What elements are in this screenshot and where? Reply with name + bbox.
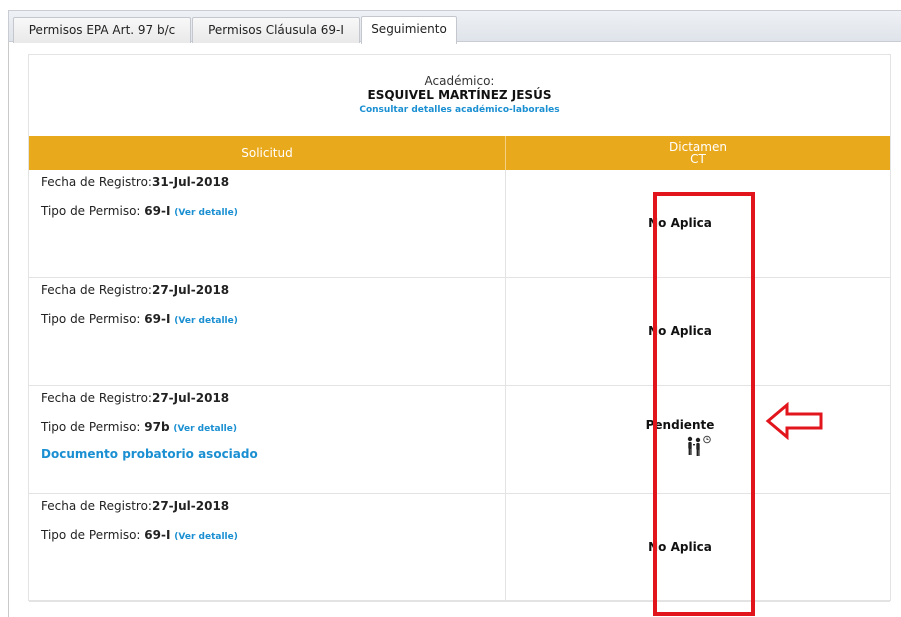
academic-header: Académico: ESQUIVEL MARTÍNEZ JESÚS Consu… (29, 55, 890, 133)
tipo-value: 69-I (144, 528, 171, 542)
tab-seguimiento[interactable]: Seguimiento (361, 16, 457, 44)
table-row: Fecha de Registro:27-Jul-2018 Tipo de Pe… (29, 278, 890, 386)
academic-label: Académico: (424, 74, 495, 88)
tab-bar: Permisos EPA Art. 97 b/c Permisos Cláusu… (8, 10, 901, 44)
fecha-line: Fecha de Registro:27-Jul-2018 (41, 391, 229, 405)
column-header-dictamen: Dictamen CT (506, 136, 890, 170)
fecha-value: 27-Jul-2018 (151, 283, 230, 297)
table-row: Fecha de Registro:27-Jul-2018 Tipo de Pe… (29, 494, 890, 602)
academic-details-link[interactable]: Consultar detalles académico-laborales (29, 105, 890, 115)
fecha-label: Fecha de Registro: (41, 283, 152, 297)
fecha-label: Fecha de Registro: (41, 391, 152, 405)
annotation-arrow-icon (765, 401, 825, 444)
fecha-label: Fecha de Registro: (41, 499, 152, 513)
dictamen-header-line2: CT (690, 152, 706, 166)
table-header: Solicitud Dictamen CT (29, 136, 890, 170)
tipo-line: Tipo de Permiso: 69-I (Ver detalle) (41, 204, 238, 218)
table-row: Fecha de Registro:27-Jul-2018 Tipo de Pe… (29, 386, 890, 494)
fecha-value: 27-Jul-2018 (151, 499, 230, 513)
tipo-label: Tipo de Permiso: (41, 420, 145, 434)
tab-permisos-clausula[interactable]: Permisos Cláusula 69-I (192, 17, 360, 43)
tipo-label: Tipo de Permiso: (41, 312, 145, 326)
ver-detalle-link[interactable]: (Ver detalle) (174, 532, 238, 542)
ver-detalle-link[interactable]: (Ver detalle) (174, 316, 238, 326)
tab-permisos-epa[interactable]: Permisos EPA Art. 97 b/c (13, 17, 191, 43)
tipo-line: Tipo de Permiso: 97b (Ver detalle) (41, 420, 237, 434)
tipo-value: 69-I (144, 204, 171, 218)
fecha-line: Fecha de Registro:31-Jul-2018 (41, 175, 229, 189)
ver-detalle-link[interactable]: (Ver detalle) (174, 208, 238, 218)
fecha-value: 31-Jul-2018 (151, 175, 230, 189)
column-header-solicitud: Solicitud (29, 136, 506, 170)
tipo-value: 97b (144, 420, 170, 434)
fecha-value: 27-Jul-2018 (151, 391, 230, 405)
solicitud-cell: Fecha de Registro:27-Jul-2018 Tipo de Pe… (29, 494, 506, 601)
solicitud-cell: Fecha de Registro:27-Jul-2018 Tipo de Pe… (29, 278, 506, 385)
table-row: Fecha de Registro:31-Jul-2018 Tipo de Pe… (29, 170, 890, 278)
academic-name: ESQUIVEL MARTÍNEZ JESÚS (367, 88, 552, 102)
tipo-value: 69-I (144, 312, 171, 326)
tipo-label: Tipo de Permiso: (41, 528, 145, 542)
solicitud-cell: Fecha de Registro:27-Jul-2018 Tipo de Pe… (29, 386, 506, 493)
fecha-line: Fecha de Registro:27-Jul-2018 (41, 283, 229, 297)
tipo-line: Tipo de Permiso: 69-I (Ver detalle) (41, 528, 238, 542)
documento-probatorio-link[interactable]: Documento probatorio asociado (41, 447, 258, 461)
tipo-line: Tipo de Permiso: 69-I (Ver detalle) (41, 312, 238, 326)
tipo-label: Tipo de Permiso: (41, 204, 145, 218)
fecha-label: Fecha de Registro: (41, 175, 152, 189)
solicitud-cell: Fecha de Registro:31-Jul-2018 Tipo de Pe… (29, 170, 506, 277)
seguimiento-panel: Académico: ESQUIVEL MARTÍNEZ JESÚS Consu… (28, 54, 891, 602)
fecha-line: Fecha de Registro:27-Jul-2018 (41, 499, 229, 513)
ver-detalle-link[interactable]: (Ver detalle) (173, 424, 237, 434)
highlight-box (653, 192, 755, 616)
